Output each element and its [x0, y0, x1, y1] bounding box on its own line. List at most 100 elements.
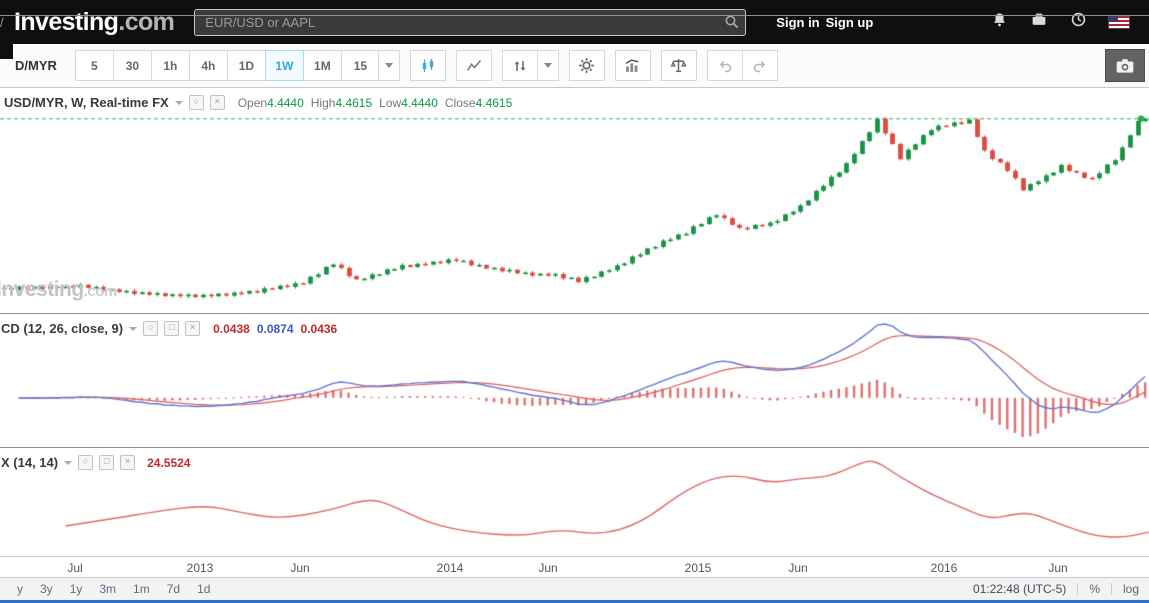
range-7d-button[interactable]: 7d: [167, 582, 180, 596]
auth-separator: /: [0, 14, 1149, 30]
panel-close-icon[interactable]: ×: [120, 455, 136, 470]
timeframe-1W-button[interactable]: 1W: [264, 50, 304, 81]
indicators-icon: [626, 59, 639, 72]
interval-dropdown-button[interactable]: [377, 50, 400, 81]
ohlc-readout: Open 4.4440 High 4.4615 Low 4.4440 Close 4.4615: [231, 96, 513, 110]
line-chart-icon: [466, 59, 481, 71]
macd-title: CD (12, 26, close, 9): [1, 321, 124, 336]
chart-style-line-button[interactable]: [455, 50, 492, 81]
x-axis-label: Jul: [67, 561, 83, 575]
x-axis-label: 2015: [684, 561, 712, 575]
watermark-text-main: Investing: [0, 278, 84, 301]
undo-button[interactable]: [706, 50, 743, 81]
panel-maximize-icon[interactable]: □: [99, 455, 115, 470]
panel-close-icon[interactable]: ×: [185, 321, 201, 336]
compare-arrows-icon: [514, 60, 526, 71]
logo-text-tld: .com: [118, 7, 175, 36]
candlestick-icon: [422, 58, 434, 72]
compare-button[interactable]: [501, 50, 538, 81]
range-y-button[interactable]: y: [17, 582, 23, 596]
watermark-text-tld: .com: [83, 283, 118, 300]
adx-value: 24.5524: [147, 455, 191, 470]
range-1d-button[interactable]: 1d: [197, 582, 210, 596]
x-axis-label: Jun: [1048, 561, 1068, 575]
timeframe-5-button[interactable]: 5: [74, 50, 114, 81]
camera-icon: [1116, 58, 1134, 73]
timeframe-4h-button[interactable]: 4h: [188, 50, 228, 81]
percent-scale-button[interactable]: %: [1089, 582, 1100, 596]
sign-in-link[interactable]: Sign in: [776, 15, 819, 30]
settings-gear-button[interactable]: [568, 50, 605, 81]
x-axis-label: 2014: [436, 561, 464, 575]
chart-type-candlestick-button[interactable]: [409, 50, 446, 81]
x-axis-label: Jun: [788, 561, 808, 575]
auth-links: Sign in / Sign up: [0, 14, 1149, 30]
ohlc-label: Open: [237, 95, 268, 110]
redo-button[interactable]: [741, 50, 778, 81]
x-axis-label: 2013: [186, 561, 214, 575]
log-scale-button[interactable]: log: [1123, 582, 1139, 596]
symbol-label[interactable]: D/MYR: [0, 58, 73, 73]
price-panel-header: USD/MYR, W, Real-time FX ○ × Open 4.4440 H…: [4, 95, 512, 110]
chart-title: USD/MYR, W, Real-time FX: [4, 95, 169, 110]
ohlc-label: Close: [444, 95, 476, 110]
ohlc-value: 4.4440: [267, 95, 304, 110]
timeframe-15-button[interactable]: 15: [340, 50, 380, 81]
range-1y-button[interactable]: 1y: [70, 582, 83, 596]
bottom-bar: y 3y 1y 3m 1m 7d 1d 01:22:48 (UTC-5) % log: [0, 577, 1149, 603]
chevron-down-icon: [543, 63, 552, 68]
logo-text-main: Investing: [14, 7, 119, 36]
compare-dropdown-button[interactable]: [536, 50, 559, 81]
sign-up-link[interactable]: Sign up: [826, 15, 874, 30]
scales-icon: [670, 59, 687, 73]
adx-panel-header: X (14, 14) ○ □ × 24.5524: [1, 455, 190, 470]
screenshot-camera-button[interactable]: [1105, 49, 1145, 82]
panel-settings-icon[interactable]: ○: [143, 321, 159, 336]
gear-icon: [579, 58, 595, 73]
chevron-down-icon: [384, 63, 393, 68]
panel-settings-icon[interactable]: ○: [78, 455, 94, 470]
range-buttons: y 3y 1y 3m 1m 7d 1d: [17, 582, 227, 596]
ohlc-label: High: [310, 95, 336, 110]
adx-title: X (14, 14): [1, 455, 59, 470]
redo-arrow-icon: [753, 60, 766, 72]
panel-separator[interactable]: [0, 313, 1149, 314]
x-axis-label: Jun: [538, 561, 558, 575]
search-box: [194, 8, 747, 36]
chart-title-caret-icon[interactable]: [174, 100, 183, 105]
watermark-logo: Investing.com: [0, 278, 117, 302]
ohlc-value: 4.4615: [335, 95, 373, 110]
timeframe-group: 5 30 1h 4h 1D 1W 1M 15: [74, 50, 380, 81]
ohlc-value: 4.4615: [475, 95, 513, 110]
price-chart-canvas[interactable]: [0, 88, 1149, 313]
site-logo[interactable]: Investing.com: [14, 7, 175, 37]
macd-values: 0.0438 0.0874 0.0436: [206, 322, 337, 336]
balance-scales-button[interactable]: [660, 50, 697, 81]
undo-arrow-icon: [719, 60, 732, 72]
timeframe-30-button[interactable]: 30: [112, 50, 152, 81]
macd-value: 0.0436: [300, 321, 338, 336]
range-3m-button[interactable]: 3m: [99, 582, 116, 596]
search-input[interactable]: [194, 8, 747, 36]
top-header: Investing.com Sign in / Sign up: [0, 0, 1149, 44]
timeframe-1M-button[interactable]: 1M: [302, 50, 342, 81]
search-icon[interactable]: [724, 14, 740, 35]
range-1m-button[interactable]: 1m: [133, 582, 150, 596]
panel-separator[interactable]: [0, 447, 1149, 448]
adx-title-caret-icon[interactable]: [64, 460, 73, 465]
x-axis-label: 2016: [930, 561, 958, 575]
macd-panel-header: CD (12, 26, close, 9) ○ □ × 0.0438 0.0874…: [1, 321, 337, 336]
macd-title-caret-icon[interactable]: [129, 326, 138, 331]
language-flag-us[interactable]: [1109, 16, 1129, 28]
divider: [1077, 583, 1079, 595]
range-3y-button[interactable]: 3y: [40, 582, 53, 596]
panel-maximize-icon[interactable]: □: [164, 321, 180, 336]
timeframe-1D-button[interactable]: 1D: [226, 50, 266, 81]
panel-collapse-icon[interactable]: ○: [188, 95, 204, 110]
macd-value: 0.0874: [256, 321, 294, 336]
indicators-button[interactable]: [614, 50, 651, 81]
panel-close-icon[interactable]: ×: [209, 95, 225, 110]
macd-value: 0.0438: [213, 321, 250, 336]
time-axis[interactable]: Jul 2013 Jun 2014 Jun 2015 Jun 2016 Jun: [0, 556, 1149, 577]
timeframe-1h-button[interactable]: 1h: [150, 50, 190, 81]
